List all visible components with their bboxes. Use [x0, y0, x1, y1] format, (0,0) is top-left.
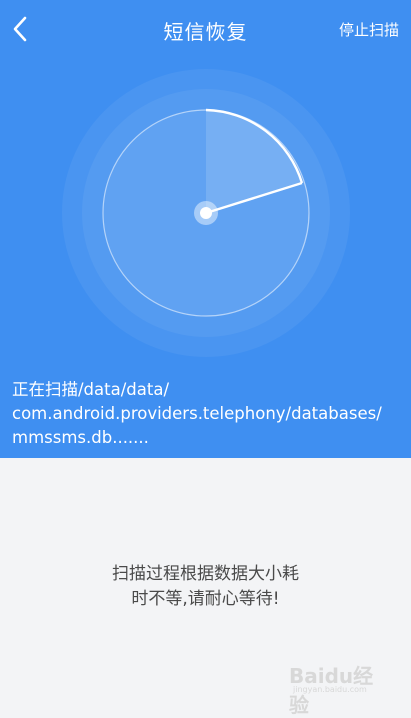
scan-path-line: 正在扫描/data/data/	[12, 380, 170, 399]
wait-hint: 扫描过程根据数据大小耗 时不等,请耐心等待!	[0, 562, 411, 612]
scan-panel: 短信恢复 停止扫描 正在扫描/data/data/ com.android.pr…	[0, 0, 411, 458]
baidu-watermark: Baidu经验 jingyan.baidu.com	[289, 656, 389, 717]
hint-panel: 扫描过程根据数据大小耗 时不等,请耐心等待! Baidu经验 jingyan.b…	[0, 458, 411, 717]
scan-path-line: mmssms.db.......	[12, 428, 149, 447]
watermark-subtext: jingyan.baidu.com	[293, 685, 367, 694]
scan-path-text: 正在扫描/data/data/ com.android.providers.te…	[12, 378, 404, 450]
wait-hint-line: 时不等,请耐心等待!	[131, 589, 280, 609]
radar-animation	[62, 69, 350, 357]
stop-scan-button[interactable]: 停止扫描	[339, 19, 399, 40]
header-bar: 短信恢复 停止扫描	[0, 0, 411, 58]
scan-path-line: com.android.providers.telephony/database…	[12, 404, 382, 423]
wait-hint-line: 扫描过程根据数据大小耗	[112, 564, 299, 584]
radar-center-dot	[200, 207, 212, 219]
